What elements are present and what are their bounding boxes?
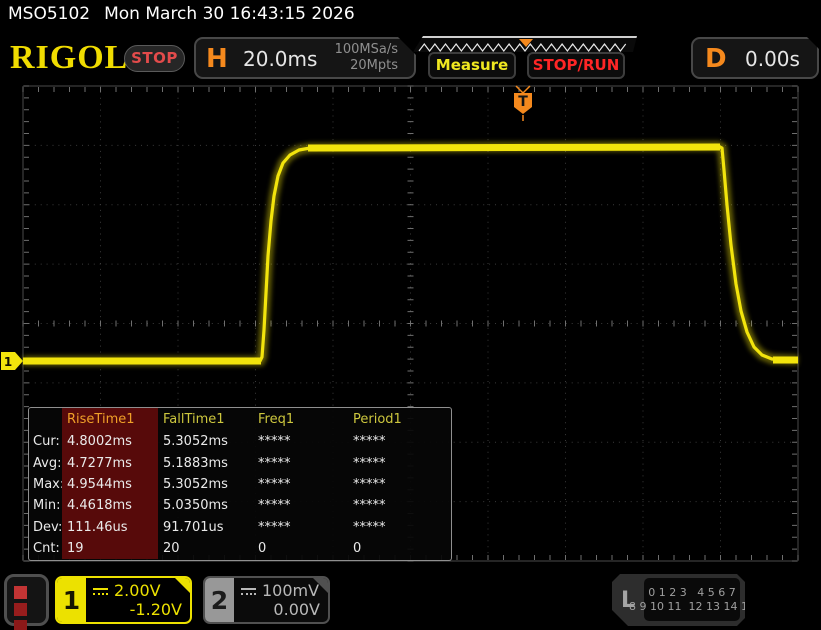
column-header: Freq1 (253, 408, 348, 431)
table-value: ***** (253, 452, 348, 473)
titlebar: MSO5102 Mon March 30 16:43:15 2026 (8, 4, 355, 24)
ch1-marker-number: 1 (4, 355, 12, 369)
channel2-scale: 100mV (262, 581, 319, 600)
corner-notch-icon (175, 578, 190, 593)
table-value: ***** (348, 452, 448, 473)
oscilloscope-screen: MSO5102Mon March 30 16:43:15 2026 RIGOL … (0, 0, 821, 630)
table-value: 0 (348, 538, 448, 559)
channel1-box[interactable]: 1 2.00V -1.20V (55, 576, 192, 624)
horizontal-label: H (206, 44, 228, 74)
overview-zigzag-icon (413, 39, 637, 53)
ch1-waveform-trace (23, 146, 798, 361)
memory-depth: 20Mpts (350, 58, 398, 73)
logic-channels-box[interactable]: L 0 1 2 3 4 5 6 7 8 9 10 11 12 13 14 15 (612, 574, 745, 626)
timebase-value: 20.0ms (243, 47, 317, 71)
table-value: 4.7277ms (62, 452, 158, 473)
table-value: 111.46us (62, 517, 158, 538)
table-value: 5.3052ms (158, 474, 253, 495)
trigger-symbol: T (518, 94, 528, 110)
delay-box[interactable]: D 0.00s (691, 37, 819, 79)
channel2-box[interactable]: 2 100mV 0.00V (203, 576, 330, 624)
corner-notch-icon (313, 578, 328, 593)
table-value: ***** (253, 474, 348, 495)
run-state-badge[interactable]: STOP (124, 45, 185, 72)
model-name: MSO5102 (8, 4, 90, 24)
row-label: Dev: (29, 517, 62, 538)
channel1-scale: 2.00V (114, 581, 161, 600)
channel1-number: 1 (57, 578, 86, 622)
table-value: ***** (348, 431, 448, 452)
channel1-offset: -1.20V (93, 600, 182, 619)
table-value: 91.701us (158, 517, 253, 538)
dc-coupling-icon (93, 588, 108, 597)
rigol-logo: RIGOL (10, 39, 128, 77)
horizontal-settings-box[interactable]: H 20.0ms 100MSa/s 20Mpts (194, 37, 416, 79)
ch1-ground-marker[interactable]: 1 (1, 352, 23, 370)
row-label: Avg: (29, 452, 62, 473)
measurement-results-table[interactable]: RiseTime1 FallTime1 Freq1 Period1 Cur: 4… (28, 407, 452, 561)
column-header: Period1 (348, 408, 448, 431)
table-value: 4.9544ms (62, 474, 158, 495)
row-label: Min: (29, 495, 62, 516)
table-value: 4.4618ms (62, 495, 158, 516)
table-value: 19 (62, 538, 158, 559)
table-value: 0 (253, 538, 348, 559)
acquisition-rates: 100MSa/s 20Mpts (335, 42, 398, 74)
table-value: 5.3052ms (158, 431, 253, 452)
sample-rate: 100MSa/s (335, 42, 398, 57)
table-value: 4.8002ms (62, 431, 158, 452)
column-header: FallTime1 (158, 408, 253, 431)
table-value: ***** (348, 495, 448, 516)
row-label: Max: (29, 474, 62, 495)
logic-row2: 8 9 10 11 12 13 14 15 (629, 600, 755, 614)
logic-channel-numbers: 0 1 2 3 4 5 6 7 8 9 10 11 12 13 14 15 (644, 578, 740, 621)
table-corner (29, 408, 62, 431)
table-value: 5.0350ms (158, 495, 253, 516)
channel2-offset: 0.00V (241, 600, 320, 619)
channel2-number: 2 (205, 578, 234, 622)
table-value: ***** (253, 517, 348, 538)
delay-value: 0.00s (745, 47, 800, 71)
stop-run-button[interactable]: STOP/RUN (527, 52, 625, 79)
table-value: ***** (253, 431, 348, 452)
waveform-overview-strip[interactable] (413, 36, 637, 52)
grid-menu-icon[interactable] (4, 574, 49, 626)
table-value: 5.1883ms (158, 452, 253, 473)
table-value: ***** (348, 517, 448, 538)
table-value: ***** (253, 495, 348, 516)
table-value: ***** (348, 474, 448, 495)
table-value: 20 (158, 538, 253, 559)
datetime: Mon March 30 16:43:15 2026 (104, 4, 355, 24)
delay-label: D (705, 44, 727, 74)
row-label: Cnt: (29, 538, 62, 559)
dc-coupling-icon (241, 588, 256, 597)
row-label: Cur: (29, 431, 62, 452)
column-header: RiseTime1 (62, 408, 158, 431)
logic-row1: 0 1 2 3 4 5 6 7 (648, 586, 735, 600)
measure-button[interactable]: Measure (428, 52, 516, 79)
trigger-position-marker[interactable]: T (514, 86, 532, 121)
